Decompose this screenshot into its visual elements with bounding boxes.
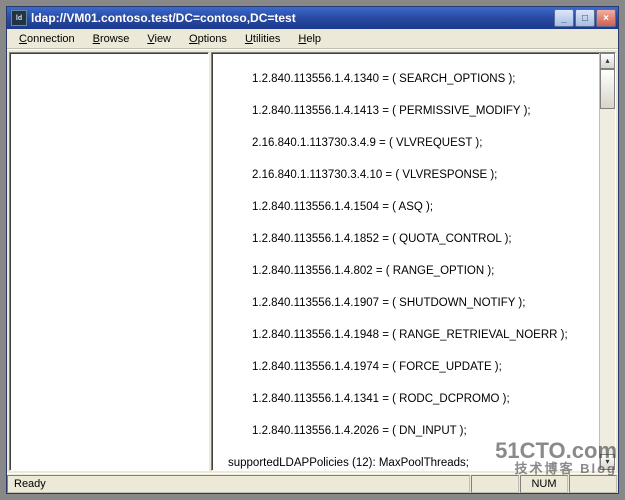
oid-line: 2.16.840.1.113730.3.4.9 = ( VLVREQUEST )…: [216, 135, 595, 151]
statusbar: Ready NUM: [7, 473, 618, 493]
oid-line: 1.2.840.113556.1.4.1340 = ( SEARCH_OPTIO…: [216, 71, 595, 87]
policies-header: supportedLDAPPolicies (12): MaxPoolThrea…: [216, 455, 595, 470]
scroll-track[interactable]: [600, 69, 615, 454]
menu-view[interactable]: View: [139, 31, 179, 47]
oid-line: 1.2.840.113556.1.4.1341 = ( RODC_DCPROMO…: [216, 391, 595, 407]
menu-view-label: iew: [155, 33, 172, 45]
oid-line: 1.2.840.113556.1.4.1504 = ( ASQ );: [216, 199, 595, 215]
application-window: ld ldap://VM01.contoso.test/DC=contoso,D…: [6, 6, 619, 494]
menu-browse-label: rowse: [100, 33, 129, 45]
oid-line: 1.2.840.113556.1.4.1852 = ( QUOTA_CONTRO…: [216, 231, 595, 247]
status-empty-2: [569, 475, 617, 493]
window-controls: _ □ ×: [554, 7, 618, 29]
minimize-button[interactable]: _: [554, 9, 574, 27]
menu-browse[interactable]: Browse: [85, 31, 138, 47]
oid-line: 2.16.840.1.113730.3.4.10 = ( VLVRESPONSE…: [216, 167, 595, 183]
oid-line: 1.2.840.113556.1.4.1974 = ( FORCE_UPDATE…: [216, 359, 595, 375]
menubar: Connection Browse View Options Utilities…: [7, 29, 618, 49]
menu-utilities-label: tilities: [253, 33, 281, 45]
menu-options-label: ptions: [198, 33, 227, 45]
output-panel: 1.2.840.113556.1.4.1340 = ( SEARCH_OPTIO…: [211, 52, 616, 471]
client-area: 1.2.840.113556.1.4.1340 = ( SEARCH_OPTIO…: [7, 49, 618, 473]
app-icon: ld: [11, 10, 27, 26]
oid-line: 1.2.840.113556.1.4.1413 = ( PERMISSIVE_M…: [216, 103, 595, 119]
scroll-thumb[interactable]: [600, 69, 615, 109]
scroll-down-button[interactable]: ▾: [600, 454, 615, 470]
menu-connection[interactable]: Connection: [11, 31, 83, 47]
tree-panel[interactable]: [9, 52, 209, 471]
status-text: Ready: [7, 475, 470, 493]
close-button[interactable]: ×: [596, 9, 616, 27]
output-text[interactable]: 1.2.840.113556.1.4.1340 = ( SEARCH_OPTIO…: [212, 53, 599, 470]
status-num: NUM: [520, 475, 568, 493]
menu-connection-label: onnection: [27, 33, 75, 45]
menu-options[interactable]: Options: [181, 31, 235, 47]
menu-help[interactable]: Help: [290, 31, 329, 47]
maximize-button[interactable]: □: [575, 9, 595, 27]
scroll-up-button[interactable]: ▴: [600, 53, 615, 69]
menu-utilities[interactable]: Utilities: [237, 31, 288, 47]
oid-line: 1.2.840.113556.1.4.1948 = ( RANGE_RETRIE…: [216, 327, 595, 343]
window-title: ldap://VM01.contoso.test/DC=contoso,DC=t…: [31, 11, 554, 25]
menu-help-label: elp: [306, 33, 321, 45]
status-empty-1: [471, 475, 519, 493]
oid-line: 1.2.840.113556.1.4.802 = ( RANGE_OPTION …: [216, 263, 595, 279]
titlebar[interactable]: ld ldap://VM01.contoso.test/DC=contoso,D…: [7, 7, 618, 29]
oid-line: 1.2.840.113556.1.4.2026 = ( DN_INPUT );: [216, 423, 595, 439]
vertical-scrollbar[interactable]: ▴ ▾: [599, 53, 615, 470]
oid-line: 1.2.840.113556.1.4.1907 = ( SHUTDOWN_NOT…: [216, 295, 595, 311]
